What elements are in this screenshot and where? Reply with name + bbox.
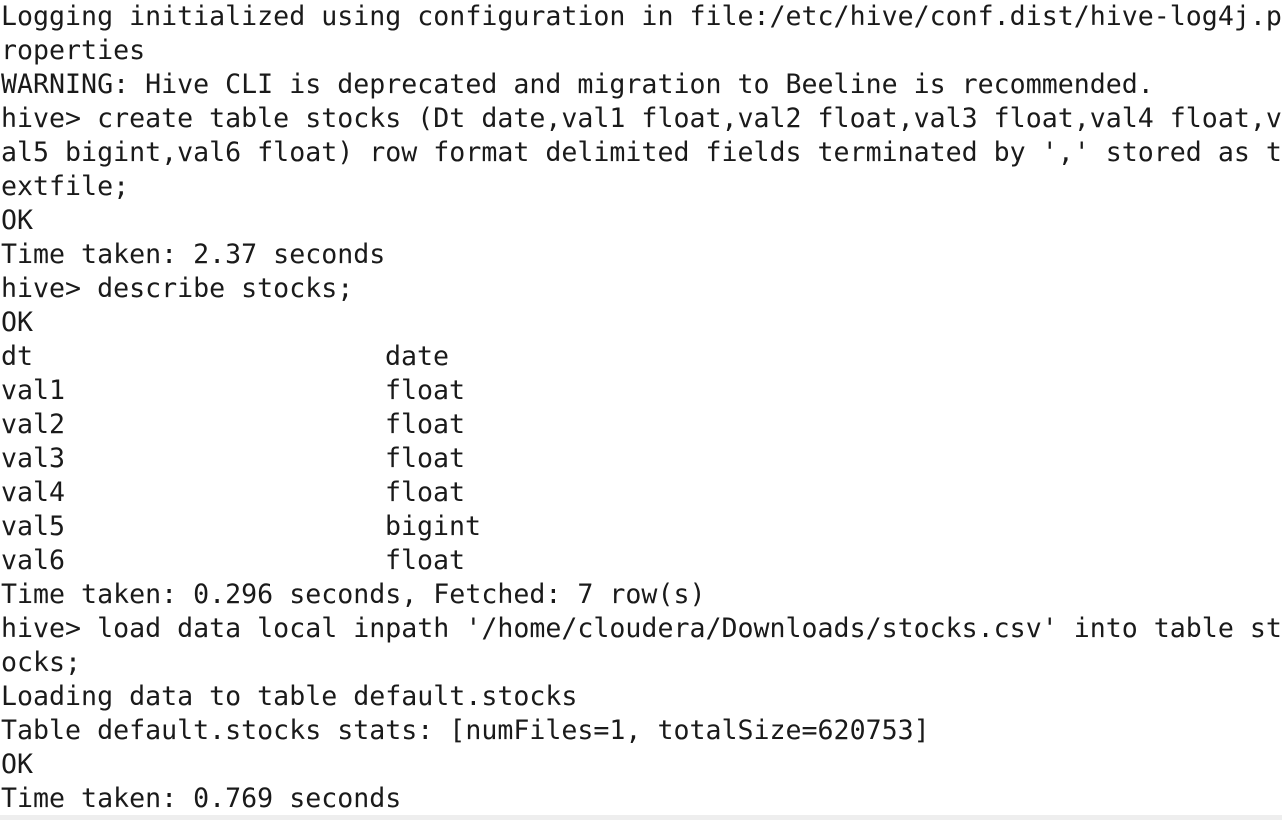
column-name: val1 xyxy=(1,375,66,406)
status-line: OK xyxy=(1,205,34,236)
loading-line: Loading data to table default.stocks xyxy=(1,681,578,712)
column-name: val3 xyxy=(1,443,66,474)
column-type: bigint xyxy=(385,511,482,542)
column-type: date xyxy=(385,341,450,372)
describe-row: val5 bigint xyxy=(1,510,1282,544)
bottom-border xyxy=(0,815,1282,820)
describe-row: dt date xyxy=(1,340,1282,374)
describe-row: val1 float xyxy=(1,374,1282,408)
command-line: hive> load data local inpath '/home/clou… xyxy=(1,613,1282,644)
column-type: float xyxy=(385,409,466,440)
log-line: Logging initialized using configuration … xyxy=(1,1,1282,32)
stats-line: Table default.stocks stats: [numFiles=1,… xyxy=(1,715,930,746)
column-type: float xyxy=(385,545,466,576)
column-name: val2 xyxy=(1,409,66,440)
timing-line: Time taken: 0.296 seconds, Fetched: 7 ro… xyxy=(1,579,706,610)
describe-row: val6 float xyxy=(1,544,1282,578)
command-line: extfile; xyxy=(1,171,130,202)
describe-row: val4 float xyxy=(1,476,1282,510)
timing-line: Time taken: 0.769 seconds xyxy=(1,783,402,814)
column-name: val6 xyxy=(1,545,66,576)
command-line: hive> describe stocks; xyxy=(1,273,354,304)
column-name: val5 xyxy=(1,511,66,542)
column-name: dt xyxy=(1,341,34,372)
command-line: ocks; xyxy=(1,647,82,678)
column-type: float xyxy=(385,443,466,474)
terminal-output[interactable]: Logging initialized using configuration … xyxy=(0,0,1282,815)
timing-line: Time taken: 2.37 seconds xyxy=(1,239,386,270)
log-line: roperties xyxy=(1,35,146,66)
column-type: float xyxy=(385,375,466,406)
command-line: hive> create table stocks (Dt date,val1 … xyxy=(1,103,1282,134)
command-line: al5 bigint,val6 float) row format delimi… xyxy=(1,137,1282,168)
column-name: val4 xyxy=(1,477,66,508)
describe-row: val2 float xyxy=(1,408,1282,442)
describe-row: val3 float xyxy=(1,442,1282,476)
column-type: float xyxy=(385,477,466,508)
status-line: OK xyxy=(1,307,34,338)
warning-line: WARNING: Hive CLI is deprecated and migr… xyxy=(1,69,1154,100)
status-line: OK xyxy=(1,749,34,780)
